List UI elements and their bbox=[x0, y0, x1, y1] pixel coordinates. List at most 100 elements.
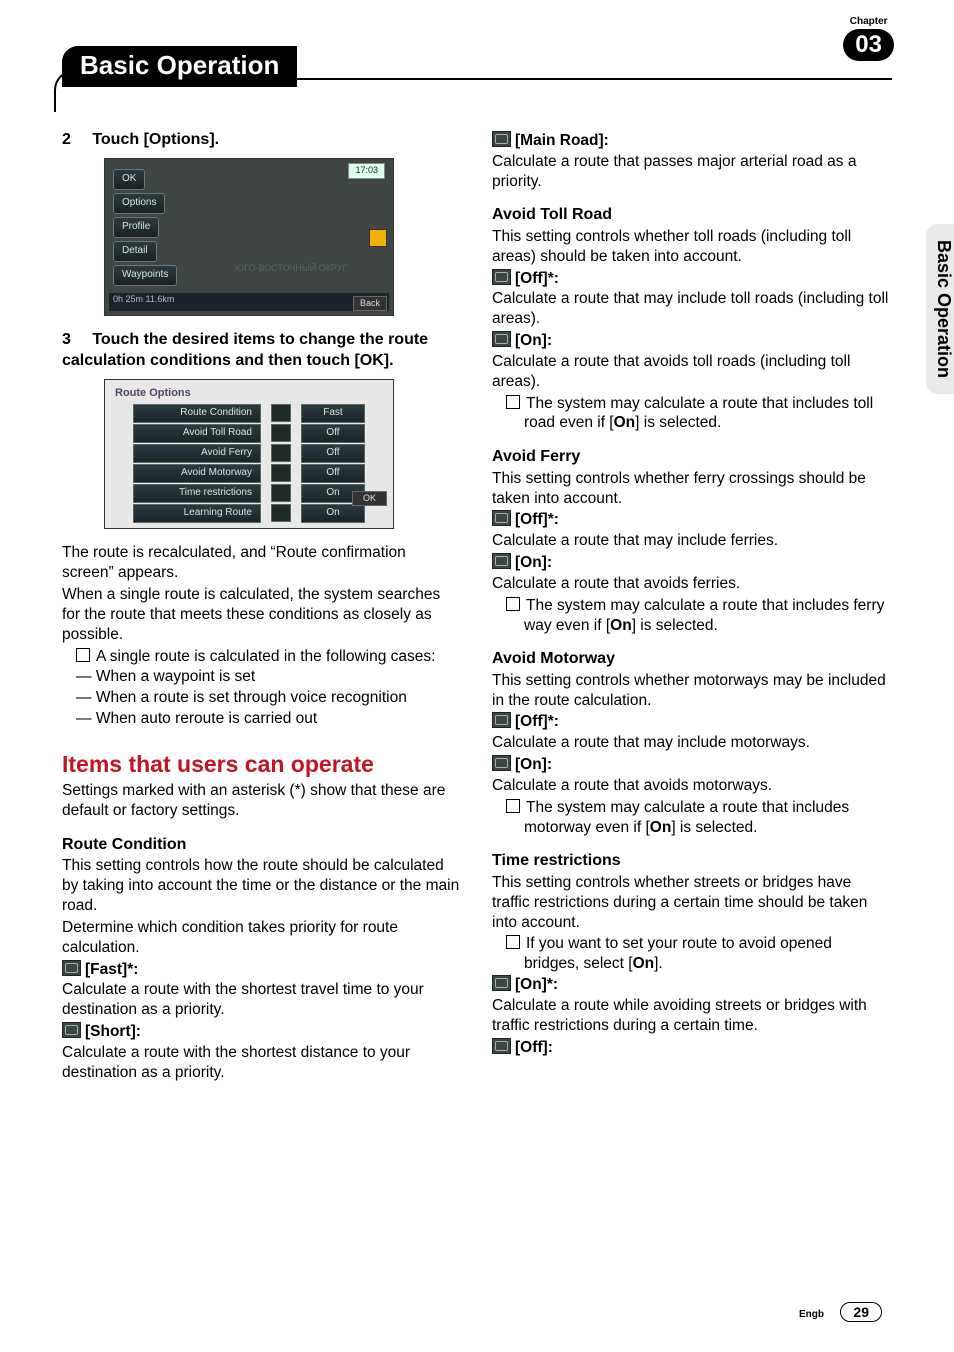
option-label: [Short]: bbox=[85, 1023, 141, 1040]
opt-value: On bbox=[301, 504, 365, 523]
dash-item: — When a route is set through voice reco… bbox=[62, 688, 460, 708]
option-label: [Main Road]: bbox=[515, 132, 609, 149]
toll-on-icon bbox=[492, 331, 511, 347]
note-text: If you want to set your route to avoid o… bbox=[524, 935, 832, 972]
opt-value: Fast bbox=[301, 404, 365, 423]
side-tab: Basic Operation bbox=[926, 224, 954, 394]
opt-icon bbox=[271, 424, 291, 442]
subheading: Avoid Toll Road bbox=[492, 205, 890, 225]
shot-btn-detail: Detail bbox=[113, 241, 157, 262]
opt-label: Avoid Motorway bbox=[133, 464, 261, 483]
step-title: Touch the desired items to change the ro… bbox=[62, 331, 428, 368]
note-item: The system may calculate a route that in… bbox=[492, 798, 890, 838]
section-heading: Items that users can operate bbox=[62, 751, 460, 777]
footer-page: 29 bbox=[840, 1302, 882, 1322]
motorway-on-icon bbox=[492, 755, 511, 771]
option-desc: Calculate a route that may include toll … bbox=[492, 289, 890, 329]
note-text: ] is selected. bbox=[671, 819, 757, 836]
option-desc: Calculate a route that passes major arte… bbox=[492, 152, 890, 192]
option-label: [Off]*: bbox=[515, 713, 559, 730]
opt-icon bbox=[271, 404, 291, 422]
option-desc: Calculate a route with the shortest trav… bbox=[62, 980, 460, 1020]
shot-bottom-bar: 0h 25m 11.6km bbox=[109, 293, 389, 311]
shot-btn-profile: Profile bbox=[113, 217, 159, 238]
note-item: The system may calculate a route that in… bbox=[492, 596, 890, 636]
chapter-number: 03 bbox=[843, 29, 894, 61]
note-item: The system may calculate a route that in… bbox=[492, 394, 890, 434]
option-desc: Calculate a route that avoids toll roads… bbox=[492, 352, 890, 392]
note-bold: On bbox=[614, 414, 636, 431]
note-icon bbox=[506, 597, 520, 611]
dash-text: When a waypoint is set bbox=[96, 668, 255, 685]
ferry-on-icon bbox=[492, 553, 511, 569]
option-label: [On]: bbox=[515, 332, 552, 349]
note-text: ] is selected. bbox=[632, 617, 718, 634]
note-icon bbox=[506, 395, 520, 409]
body-text: This setting controls whether toll roads… bbox=[492, 227, 890, 267]
note-bold: On bbox=[610, 617, 632, 634]
body-text: This setting controls whether motorways … bbox=[492, 671, 890, 711]
dash-item: — When auto reroute is carried out bbox=[62, 709, 460, 729]
page-number: 29 bbox=[840, 1302, 882, 1322]
option-label: [On]*: bbox=[515, 976, 558, 993]
opt-label: Route Condition bbox=[133, 404, 261, 423]
option-desc: Calculate a route that may include motor… bbox=[492, 733, 890, 753]
shot-clock: 17:03 bbox=[348, 163, 385, 179]
body-text: This setting controls how the route shou… bbox=[62, 856, 460, 915]
option-label: [Fast]*: bbox=[85, 961, 138, 978]
section-title: Basic Operation bbox=[62, 46, 297, 87]
note-icon bbox=[76, 648, 90, 662]
option-label: [On]: bbox=[515, 554, 552, 571]
dash-text: When auto reroute is carried out bbox=[96, 710, 317, 727]
shot-back-btn: Back bbox=[353, 296, 387, 312]
opt-icon bbox=[271, 504, 291, 522]
body-text: Settings marked with an asterisk (*) sho… bbox=[62, 781, 460, 821]
subheading: Route Condition bbox=[62, 835, 460, 855]
toll-off-icon bbox=[492, 269, 511, 285]
main-road-icon bbox=[492, 131, 511, 147]
note-icon bbox=[506, 799, 520, 813]
motorway-off-icon bbox=[492, 712, 511, 728]
note-text: A single route is calculated in the foll… bbox=[96, 648, 435, 665]
step-number: 2 bbox=[62, 130, 88, 150]
note-text: ]. bbox=[654, 955, 663, 972]
option-desc: Calculate a route that may include ferri… bbox=[492, 531, 890, 551]
shot-arrow-icon bbox=[369, 229, 387, 247]
screenshot-options-menu: OK Options Profile Detail Waypoints 17:0… bbox=[104, 158, 394, 316]
shot-btn-options: Options bbox=[113, 193, 165, 214]
opt-icon bbox=[271, 484, 291, 502]
opt-icon bbox=[271, 444, 291, 462]
fast-icon bbox=[62, 960, 81, 976]
note-icon bbox=[506, 935, 520, 949]
ferry-off-icon bbox=[492, 510, 511, 526]
note-item: If you want to set your route to avoid o… bbox=[492, 934, 890, 974]
subheading: Avoid Motorway bbox=[492, 649, 890, 669]
subheading: Avoid Ferry bbox=[492, 447, 890, 467]
opt-value: Off bbox=[301, 424, 365, 443]
opt-value: Off bbox=[301, 444, 365, 463]
left-column: 2 Touch [Options]. OK Options Profile De… bbox=[62, 130, 460, 1085]
note-text: ] is selected. bbox=[635, 414, 721, 431]
footer-lang: Engb bbox=[799, 1309, 824, 1320]
note-bold: On bbox=[633, 955, 655, 972]
body-text: Determine which condition takes priority… bbox=[62, 918, 460, 958]
shot-btn-waypoints: Waypoints bbox=[113, 265, 177, 286]
opt-value: Off bbox=[301, 464, 365, 483]
option-desc: Calculate a route that avoids ferries. bbox=[492, 574, 890, 594]
body-text: The route is recalculated, and “Route co… bbox=[62, 543, 460, 583]
option-label: [Off]*: bbox=[515, 270, 559, 287]
time-on-icon bbox=[492, 975, 511, 991]
body-text: This setting controls whether streets or… bbox=[492, 873, 890, 932]
body-text: When a single route is calculated, the s… bbox=[62, 585, 460, 644]
opt-label: Avoid Toll Road bbox=[133, 424, 261, 443]
shot-map-label: ЮГО-ВОСТОЧНЫЙ ОКРУГ bbox=[235, 263, 347, 275]
screenshot-route-options: Route Options Route Condition Fast Avoid … bbox=[104, 379, 394, 529]
opt-label: Avoid Ferry bbox=[133, 444, 261, 463]
option-desc: Calculate a route with the shortest dist… bbox=[62, 1043, 460, 1083]
time-off-icon bbox=[492, 1038, 511, 1054]
page-header: Basic Operation Chapter 03 bbox=[62, 40, 892, 92]
note-item: A single route is calculated in the foll… bbox=[62, 647, 460, 667]
option-desc: Calculate a route while avoiding streets… bbox=[492, 996, 890, 1036]
shot2-title: Route Options bbox=[115, 386, 191, 400]
chapter-label: Chapter bbox=[843, 16, 894, 27]
